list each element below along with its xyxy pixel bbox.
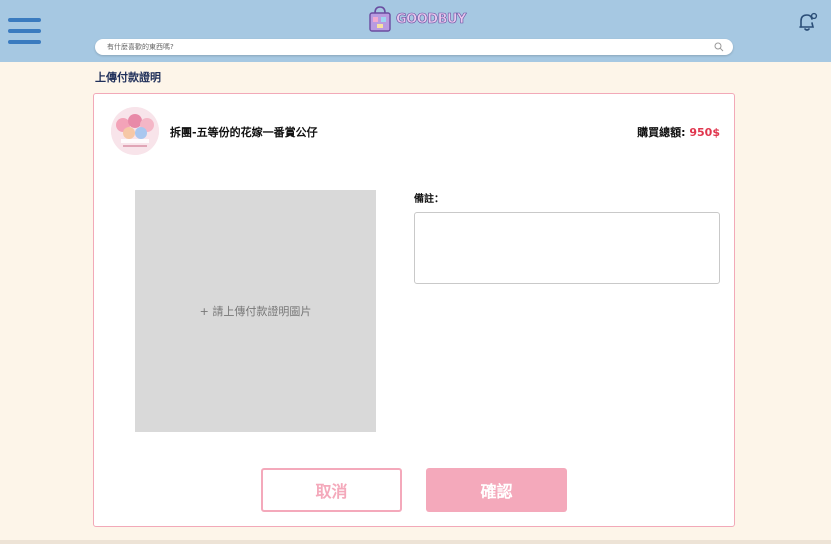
bottom-divider [0, 540, 831, 544]
app-logo[interactable]: GOODBUY [368, 5, 467, 33]
note-textarea[interactable] [414, 212, 720, 284]
order-total: 購買總額: 950$ [637, 124, 720, 140]
menu-bar-icon [8, 29, 41, 33]
shopping-bag-icon [369, 6, 391, 32]
note-label: 備註： [414, 194, 444, 205]
menu-bar-icon [8, 18, 41, 22]
logo-text: GOODBUY [396, 11, 467, 27]
top-header: GOODBUY [0, 0, 831, 62]
total-label: 購買總額: [637, 126, 690, 139]
search-icon[interactable] [714, 42, 724, 52]
menu-button[interactable] [8, 18, 41, 44]
page-title: 上傳付款證明 [95, 71, 161, 84]
product-thumbnail [111, 107, 159, 155]
search-input[interactable] [107, 39, 697, 55]
upload-label: + 請上傳付款證明圖片 [199, 305, 312, 318]
product-name: 拆團-五等份的花嫁一番賞公仔 [170, 126, 318, 139]
cancel-button[interactable]: 取消 [261, 468, 402, 512]
menu-bar-icon [8, 40, 41, 44]
notification-bell-icon[interactable] [795, 10, 819, 34]
confirm-button[interactable]: 確認 [426, 468, 567, 512]
total-amount: 950$ [689, 126, 720, 139]
search-bar[interactable] [95, 39, 733, 55]
product-image [111, 107, 159, 155]
payment-proof-upload[interactable]: + 請上傳付款證明圖片 [135, 190, 376, 432]
